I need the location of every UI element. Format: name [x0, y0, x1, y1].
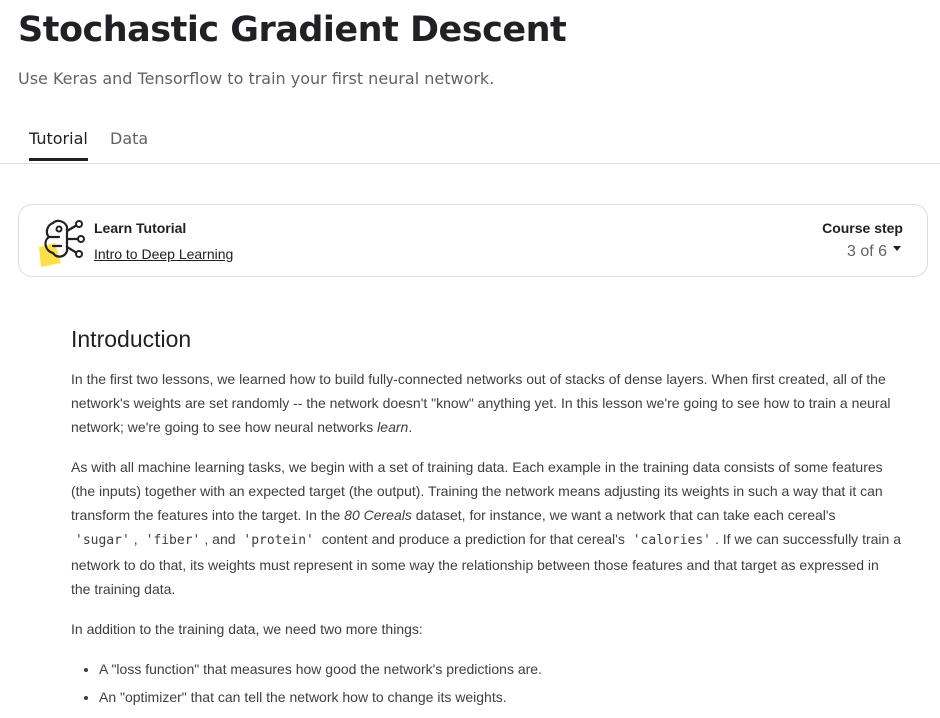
caret-down-icon [893, 246, 901, 252]
requirements-list: A "loss function" that measures how good… [71, 657, 901, 709]
course-step-dropdown[interactable]: 3 of 6 [847, 243, 901, 261]
paragraph-1: In the first two lessons, we learned how… [71, 371, 891, 435]
page-subtitle: Use Keras and Tensorflow to train your f… [18, 69, 495, 88]
course-step-value: 3 of 6 [846, 243, 887, 260]
card-kicker: Learn Tutorial [94, 220, 187, 236]
dataset-name: 80 Cereals [344, 507, 412, 523]
list-item: An "optimizer" that can tell the network… [99, 685, 901, 709]
course-link[interactable]: Intro to Deep Learning [94, 246, 233, 262]
code-protein: 'protein' [243, 533, 314, 548]
neural-network-icon [39, 219, 85, 267]
code-sugar: 'sugar' [75, 533, 130, 548]
section-heading: Introduction [71, 326, 192, 352]
tutorial-article: Introduction In the first two lessons, w… [71, 326, 901, 713]
tab-tutorial[interactable]: Tutorial [29, 129, 88, 161]
paragraph-2: As with all machine learning tasks, we b… [71, 459, 901, 597]
course-step-card: Learn Tutorial Intro to Deep Learning Co… [18, 204, 928, 277]
tab-data[interactable]: Data [110, 129, 148, 158]
paragraph-3: In addition to the training data, we nee… [71, 621, 423, 637]
list-item: A "loss function" that measures how good… [99, 657, 901, 681]
course-step-label: Course step [822, 220, 903, 236]
page-title: Stochastic Gradient Descent [18, 10, 567, 50]
code-fiber: 'fiber' [145, 533, 201, 548]
emphasis-learn: learn [377, 419, 409, 435]
tab-bar: Tutorial Data [0, 115, 940, 164]
code-calories: 'calories' [632, 533, 712, 548]
